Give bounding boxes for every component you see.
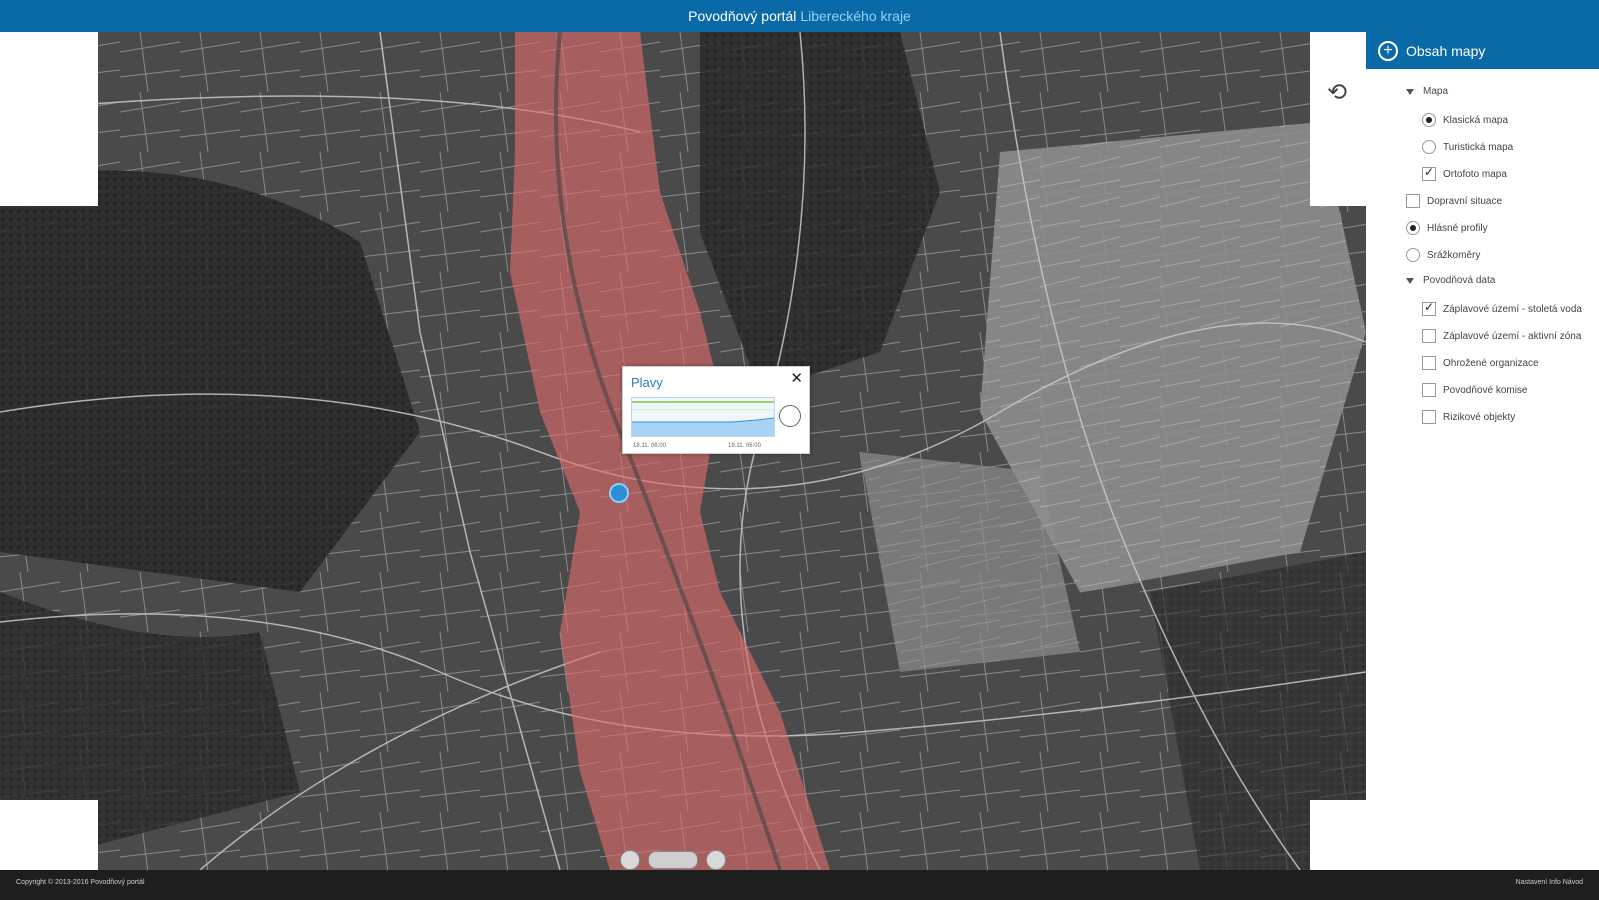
layer-label: Ortofoto mapa [1443, 168, 1507, 180]
panel-title: Obsah mapy [1406, 42, 1486, 59]
app-title: Povodňový portál [688, 8, 797, 24]
layer-label: Srážkoměry [1427, 249, 1481, 261]
panel-header[interactable]: + Obsah mapy [1366, 32, 1599, 69]
checkbox[interactable] [1406, 194, 1420, 208]
layer-label: Rizikové objekty [1443, 411, 1516, 423]
detail-button[interactable] [779, 405, 801, 427]
map-controls [620, 850, 726, 870]
locate-icon[interactable] [620, 850, 640, 870]
popup-title: Plavy [631, 375, 663, 390]
group-povodnova-data[interactable]: Povodňová data [1406, 275, 1495, 286]
layer-ortofoto-mapa[interactable]: Ortofoto mapa [1422, 165, 1507, 181]
layer-label: Záplavové území - stoletá voda [1443, 303, 1582, 315]
group-label: Mapa [1423, 86, 1449, 97]
app-footer: Copyright © 2013-2016 Povodňový portál N… [0, 870, 1599, 900]
layer-zaplavove-aktivni[interactable]: Záplavové území - aktivní zóna [1422, 329, 1581, 343]
map-content-panel: + Obsah mapy Mapa Klasická mapa Turistic… [1366, 32, 1599, 870]
layer-povodnove-komise[interactable]: Povodňové komise [1422, 383, 1528, 397]
overview-panel [0, 32, 98, 206]
checkbox[interactable] [1422, 410, 1436, 424]
history-icon[interactable]: ⟲ [1322, 78, 1352, 108]
layer-label: Hlásné profily [1427, 222, 1488, 234]
chart-time-start: 18.11. 06:00 [633, 443, 666, 449]
layer-dopravni-situace[interactable]: Dopravní situace [1406, 194, 1502, 208]
app-header: Povodňový portál Libereckého kraje [0, 0, 1599, 32]
group-label: Povodňová data [1423, 275, 1496, 286]
layer-srazkomery[interactable]: Srážkoměry [1406, 248, 1480, 262]
zoom-slider[interactable] [648, 851, 698, 869]
layer-ohrozene-organizace[interactable]: Ohrožené organizace [1422, 356, 1539, 370]
plus-circle-icon[interactable]: + [1378, 40, 1398, 61]
app-title-region: Libereckého kraje [800, 8, 911, 24]
layer-label: Záplavové území - aktivní zóna [1443, 330, 1582, 342]
scale-panel [0, 800, 98, 870]
layer-label: Ohrožené organizace [1443, 357, 1539, 369]
chevron-down-icon[interactable] [1406, 277, 1414, 284]
layer-label: Dopravní situace [1427, 195, 1503, 207]
checkbox-checked[interactable] [1422, 300, 1436, 316]
layer-label: Povodňové komise [1443, 384, 1528, 396]
checkbox[interactable] [1422, 383, 1436, 397]
layer-rizikove-objekty[interactable]: Rizikové objekty [1422, 410, 1515, 424]
layer-label: Klasická mapa [1443, 114, 1509, 126]
radio[interactable] [1422, 140, 1436, 154]
layer-zaplavove-stoleta[interactable]: Záplavové území - stoletá voda [1422, 300, 1582, 316]
chart-time-end: 19.11. 06:00 [728, 443, 761, 449]
radio-selected[interactable] [1406, 221, 1420, 235]
chevron-down-icon[interactable] [1406, 88, 1414, 95]
layer-turisticka-mapa[interactable]: Turistická mapa [1422, 140, 1513, 154]
radio-selected[interactable] [1422, 113, 1436, 127]
water-level-chart [631, 397, 775, 437]
footer-links[interactable]: Nastavení Info Návod [1516, 879, 1583, 886]
checkbox-checked[interactable] [1422, 165, 1436, 181]
tools-panel-bottom [1310, 800, 1366, 870]
close-icon[interactable]: ✕ [790, 371, 803, 386]
station-popup: Plavy ✕ 18.11. 06:00 19.11. 06:00 [622, 366, 810, 454]
radio[interactable] [1406, 248, 1420, 262]
checkbox[interactable] [1422, 356, 1436, 370]
group-mapa[interactable]: Mapa [1406, 86, 1448, 97]
layer-label: Turistická mapa [1443, 141, 1514, 153]
layer-klasicka-mapa[interactable]: Klasická mapa [1422, 113, 1508, 127]
layers-icon[interactable] [706, 850, 726, 870]
map-view[interactable]: ⟲ Plavy ✕ 18.11. 06:00 19.11. 06:00 [0, 32, 1366, 870]
checkbox[interactable] [1422, 329, 1436, 343]
tools-panel [1310, 32, 1366, 206]
gauge-marker[interactable] [609, 483, 629, 503]
layer-hlasne-profily[interactable]: Hlásné profily [1406, 221, 1488, 235]
copyright-text: Copyright © 2013-2016 Povodňový portál [16, 879, 145, 886]
